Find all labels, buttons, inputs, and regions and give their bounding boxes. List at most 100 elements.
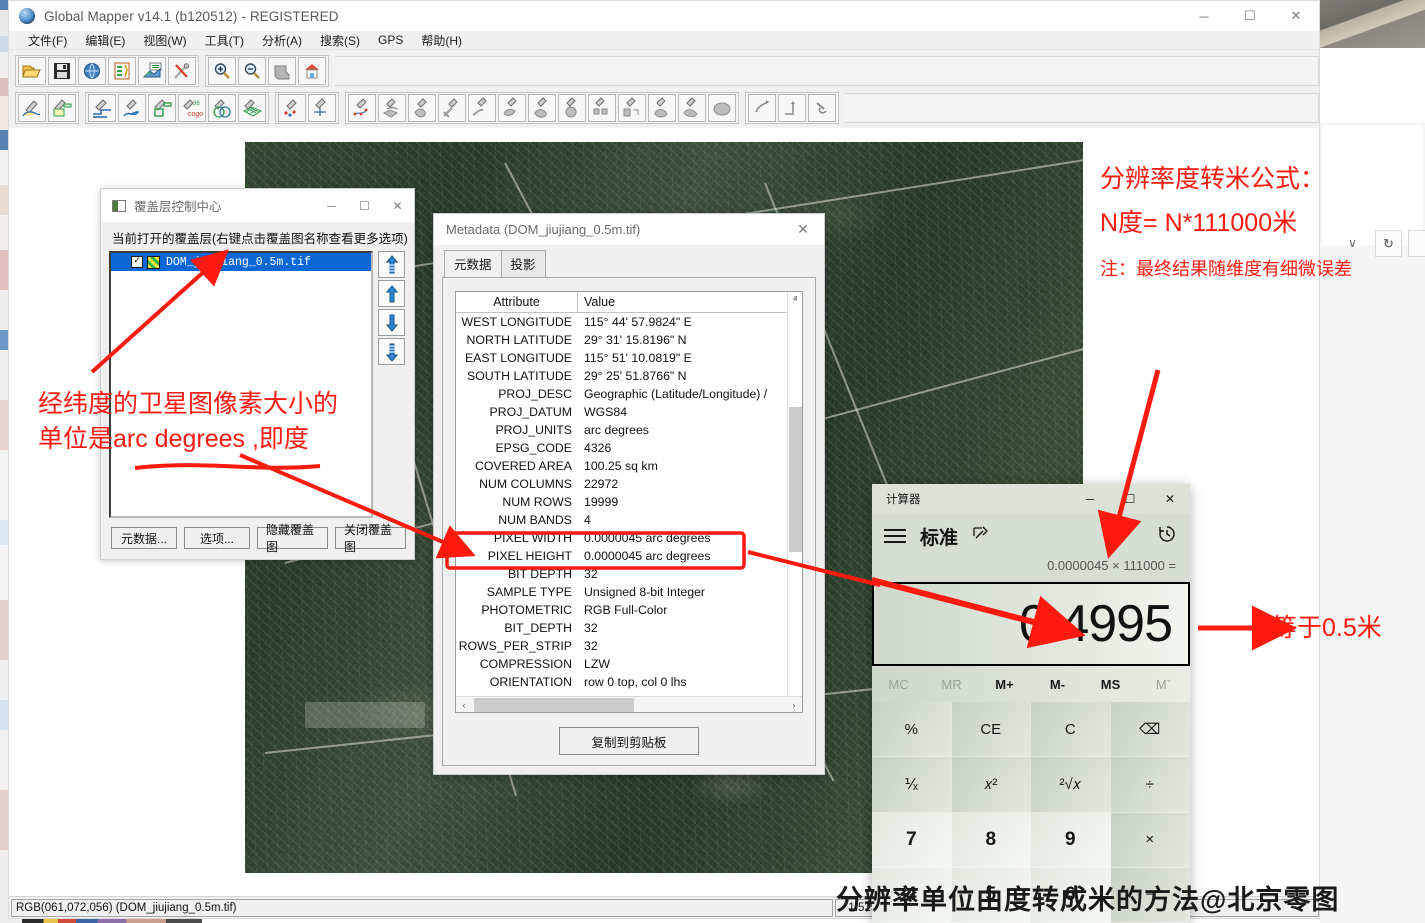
table-row[interactable]: ROWS_PER_STRIP32 bbox=[456, 637, 787, 655]
hide-overlay-button[interactable]: 隐藏覆盖图 bbox=[257, 527, 328, 549]
table-row[interactable]: NUM COLUMNS22972 bbox=[456, 475, 787, 493]
metadata-horizontal-scrollbar[interactable]: ‹ › bbox=[456, 696, 802, 712]
calc-key-8[interactable]: 8 bbox=[952, 813, 1032, 868]
column-header-attribute[interactable]: Attribute bbox=[456, 292, 578, 312]
hscroll-track[interactable] bbox=[472, 698, 786, 712]
scroll-left-icon[interactable]: ‹ bbox=[456, 700, 472, 710]
metadata-close-button[interactable]: ✕ bbox=[782, 214, 824, 245]
calc-key-symbol[interactable]: ÷ bbox=[1111, 757, 1191, 812]
memory-subtract-button[interactable]: M- bbox=[1031, 677, 1084, 692]
scroll-up-icon[interactable]: ⱏ bbox=[788, 292, 802, 307]
create-rect-area-icon[interactable] bbox=[48, 94, 76, 122]
table-row[interactable]: PHOTOMETRICRGB Full-Color bbox=[456, 601, 787, 619]
occ-minimize-button[interactable]: ─ bbox=[315, 189, 348, 222]
hscrollbar-thumb[interactable] bbox=[474, 698, 634, 712]
table-row[interactable]: PROJ_UNITSarc degrees bbox=[456, 421, 787, 439]
digitize-point-icon[interactable] bbox=[278, 94, 306, 122]
zoom-in-icon[interactable] bbox=[208, 57, 236, 85]
menu-item-file[interactable]: 文件(F) bbox=[19, 32, 76, 49]
scroll-down-icon[interactable]: ⱟ bbox=[788, 681, 801, 696]
menu-item-help[interactable]: 帮助(H) bbox=[412, 32, 471, 49]
menu-item-edit[interactable]: 编辑(E) bbox=[76, 32, 134, 49]
table-row[interactable]: BIT DEPTH32 bbox=[456, 565, 787, 583]
calc-key-symbol[interactable]: ⌫ bbox=[1111, 702, 1191, 757]
column-header-value[interactable]: Value bbox=[578, 292, 787, 312]
calc-key-C[interactable]: C bbox=[1031, 702, 1111, 757]
minimize-button[interactable]: ─ bbox=[1181, 1, 1227, 31]
create-square-icon[interactable] bbox=[148, 94, 176, 122]
expand-area-icon[interactable] bbox=[558, 94, 586, 122]
table-row[interactable]: EPSG_CODE4326 bbox=[456, 439, 787, 457]
table-row[interactable]: NUM ROWS19999 bbox=[456, 493, 787, 511]
overlay-layer-list[interactable]: ✓ DOM_jiujiang_0.5m.tif bbox=[109, 251, 373, 518]
calc-key-symbol[interactable]: ⅟ₓ bbox=[872, 757, 952, 812]
move-point-icon[interactable] bbox=[308, 94, 336, 122]
scrollbar-thumb[interactable] bbox=[789, 407, 802, 552]
menu-item-tools[interactable]: 工具(T) bbox=[196, 32, 253, 49]
undo-arrow-icon[interactable] bbox=[748, 94, 776, 122]
calc-key-CE[interactable]: CE bbox=[952, 702, 1032, 757]
calc-key-symbol[interactable]: ²√𝑥 bbox=[1031, 757, 1111, 812]
calc-key-7[interactable]: 7 bbox=[872, 813, 952, 868]
calc-key-9[interactable]: 9 bbox=[1031, 813, 1111, 868]
join-line-icon[interactable] bbox=[468, 94, 496, 122]
chevron-down-icon[interactable]: ∨ bbox=[1348, 236, 1357, 250]
metadata-vertical-scrollbar[interactable]: ⱏ ⱟ bbox=[787, 292, 802, 696]
occ-close-button[interactable]: ✕ bbox=[381, 189, 414, 222]
table-row[interactable]: PIXEL WIDTH0.0000045 arc degrees bbox=[456, 529, 787, 547]
shrink-area-icon[interactable] bbox=[528, 94, 556, 122]
merge-area-icon[interactable] bbox=[708, 94, 736, 122]
file-properties-icon[interactable] bbox=[108, 57, 136, 85]
tab-projection[interactable]: 投影 bbox=[501, 250, 546, 277]
calc-key-symbol[interactable]: % bbox=[872, 702, 952, 757]
memory-store-button[interactable]: MS bbox=[1084, 677, 1137, 692]
combine-areas-icon[interactable] bbox=[208, 94, 236, 122]
calc-key-symbol[interactable]: 𝑥² bbox=[952, 757, 1032, 812]
move-to-bottom-icon[interactable] bbox=[378, 338, 405, 365]
layer-export-icon[interactable] bbox=[138, 57, 166, 85]
table-row[interactable]: ORIENTATIONrow 0 top, col 0 lhs bbox=[456, 673, 787, 691]
memory-add-button[interactable]: M+ bbox=[978, 677, 1031, 692]
memory-list-button[interactable]: Mˇ bbox=[1137, 677, 1190, 692]
table-row[interactable]: PIXEL HEIGHT0.0000045 arc degrees bbox=[456, 547, 787, 565]
save-disk-icon[interactable] bbox=[48, 57, 76, 85]
draw-line-icon[interactable] bbox=[118, 94, 146, 122]
tools-icon[interactable] bbox=[168, 57, 196, 85]
table-row[interactable]: SOUTH LATITUDE29° 25' 51.8766" N bbox=[456, 367, 787, 385]
table-row[interactable]: WEST LONGITUDE115° 44' 57.9824" E bbox=[456, 313, 787, 331]
options-button[interactable]: 选项... bbox=[184, 527, 250, 549]
table-row[interactable]: PROJ_DESCGeographic (Latitude/Longitude)… bbox=[456, 385, 787, 403]
hamburger-icon[interactable] bbox=[884, 529, 906, 543]
history-icon[interactable] bbox=[1158, 525, 1176, 548]
calc-key-symbol[interactable]: × bbox=[1111, 813, 1191, 868]
stack-edit-icon[interactable] bbox=[378, 94, 406, 122]
home-extents-icon[interactable] bbox=[298, 57, 326, 85]
table-row[interactable]: NORTH LATITUDE29° 31' 15.8196" N bbox=[456, 331, 787, 349]
erase-area-icon[interactable] bbox=[678, 94, 706, 122]
copy-area-icon[interactable] bbox=[618, 94, 646, 122]
open-folder-icon[interactable] bbox=[18, 57, 46, 85]
maximize-button[interactable]: ☐ bbox=[1227, 1, 1273, 31]
copy-to-clipboard-button[interactable]: 复制到剪贴板 bbox=[559, 727, 699, 755]
refresh-icon[interactable]: ↻ bbox=[1375, 230, 1402, 257]
menu-item-search[interactable]: 搜索(S) bbox=[311, 32, 369, 49]
table-row[interactable]: EAST LONGITUDE115° 51' 10.0819" E bbox=[456, 349, 787, 367]
build-area-icon[interactable] bbox=[588, 94, 616, 122]
calculator-minimize-button[interactable]: ─ bbox=[1070, 484, 1110, 514]
create-range-ring-icon[interactable] bbox=[88, 94, 116, 122]
occ-maximize-button[interactable]: ☐ bbox=[348, 189, 381, 222]
reshape-icon[interactable] bbox=[778, 94, 806, 122]
rotate-icon[interactable] bbox=[808, 94, 836, 122]
menu-item-gps[interactable]: GPS bbox=[369, 33, 412, 47]
move-to-top-icon[interactable] bbox=[378, 251, 405, 278]
keep-on-top-icon[interactable] bbox=[972, 526, 988, 546]
digitize-area-icon[interactable] bbox=[18, 94, 46, 122]
close-overlay-button[interactable]: 关闭覆盖图 bbox=[335, 527, 406, 549]
menu-item-analysis[interactable]: 分析(A) bbox=[253, 32, 311, 49]
scroll-right-icon[interactable]: › bbox=[786, 700, 802, 710]
calculator-close-button[interactable]: ✕ bbox=[1150, 484, 1190, 514]
crop-area-icon[interactable] bbox=[498, 94, 526, 122]
table-row[interactable]: BIT_DEPTH32 bbox=[456, 619, 787, 637]
calculator-maximize-button[interactable]: ☐ bbox=[1110, 484, 1150, 514]
memory-recall-button[interactable]: MR bbox=[925, 677, 978, 692]
